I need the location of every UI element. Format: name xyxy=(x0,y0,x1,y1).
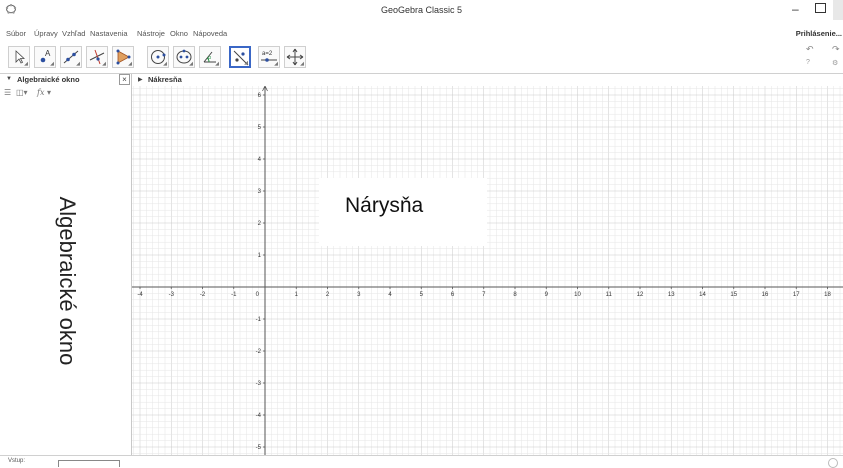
x-tick-label: 8 xyxy=(513,292,517,298)
svg-text:a=2: a=2 xyxy=(262,51,273,57)
algebra-view-header: ▼ Algebraické okno × xyxy=(0,74,131,85)
y-tick-label: 4 xyxy=(258,157,262,163)
menu-view[interactable]: Vzhľad xyxy=(62,29,85,38)
x-tick-label: 11 xyxy=(606,292,613,298)
x-tick-label: 1 xyxy=(295,292,299,298)
y-tick-label: 5 xyxy=(258,125,262,131)
x-tick-label: 7 xyxy=(482,292,486,298)
sort-icon[interactable]: ☰ xyxy=(4,88,11,97)
y-tick-label: -2 xyxy=(256,349,262,355)
menu-help[interactable]: Nápoveda xyxy=(193,29,227,38)
ellipse-tool-button[interactable]: ◢ xyxy=(173,46,195,68)
x-tick-label: 13 xyxy=(668,292,675,298)
x-tick-label: 15 xyxy=(730,292,737,298)
x-tick-label: 6 xyxy=(451,292,455,298)
help-icon[interactable]: ? xyxy=(806,59,810,66)
circle-center-point-tool-button[interactable]: ◢ xyxy=(147,46,169,68)
graphics-view[interactable]: -4 -3 -2 -1 0 1 2 3 4 5 6 7 8 9 10 11 12 13 14 15 16 17 18 6 5 4 3… xyxy=(132,85,843,455)
menu-window[interactable]: Okno xyxy=(170,29,188,38)
algebra-overlay-label-box: Algebraické okno xyxy=(50,180,85,390)
graphics-overlay-label: Nárysňa xyxy=(345,194,424,217)
line-tool-button[interactable]: ◢ xyxy=(60,46,82,68)
slider-tool-button[interactable]: a=2 ◢ xyxy=(258,46,280,68)
login-link[interactable]: Prihlásenie... xyxy=(796,29,842,38)
menu-settings[interactable]: Nastavenia xyxy=(90,29,128,38)
close-window-button[interactable] xyxy=(833,0,843,20)
svg-text:A: A xyxy=(45,49,51,58)
y-tick-label: -3 xyxy=(256,381,262,387)
x-tick-label: -2 xyxy=(200,292,206,298)
input-help-icon[interactable] xyxy=(828,458,838,468)
fx-dropdown-icon[interactable]: ▾ xyxy=(47,88,51,97)
fx-label[interactable]: fx xyxy=(37,88,44,97)
y-tick-label: 2 xyxy=(258,221,262,227)
x-tick-label: 10 xyxy=(574,292,581,298)
x-tick-label: 4 xyxy=(388,292,392,298)
menu-edit[interactable]: Úpravy xyxy=(34,29,58,38)
x-tick-label: -3 xyxy=(169,292,175,298)
input-field[interactable] xyxy=(58,460,120,467)
reflect-tool-button[interactable]: ◢ xyxy=(229,46,251,68)
x-tick-label: 3 xyxy=(357,292,361,298)
x-tick-label: 12 xyxy=(637,292,644,298)
y-tick-label: 1 xyxy=(258,253,262,259)
x-tick-label: 2 xyxy=(326,292,330,298)
x-tick-label: 18 xyxy=(824,292,831,298)
x-tick-label: 9 xyxy=(545,292,549,298)
x-tick-label: 5 xyxy=(420,292,424,298)
algebra-overlay-label: Algebraické okno xyxy=(55,196,80,366)
polygon-tool-button[interactable]: ◢ xyxy=(112,46,134,68)
x-tick-label: -4 xyxy=(137,292,143,298)
redo-icon[interactable]: ↷ xyxy=(832,44,840,55)
y-tick-label: -5 xyxy=(256,445,262,451)
expand-icon[interactable]: ▶ xyxy=(138,76,143,83)
maximize-icon[interactable] xyxy=(815,3,826,13)
window-title: GeoGebra Classic 5 xyxy=(380,5,463,15)
svg-text:α: α xyxy=(208,55,211,61)
perpendicular-line-tool-button[interactable]: ◢ xyxy=(86,46,108,68)
menu-tools[interactable]: Nástroje xyxy=(137,29,165,38)
y-tick-label: -4 xyxy=(256,413,262,419)
menu-file[interactable]: Súbor xyxy=(6,29,26,38)
reflect-tool-icon xyxy=(233,50,249,66)
move-graphics-view-tool-button[interactable]: ◢ xyxy=(284,46,306,68)
toolbar: ◢ A ◢ ◢ ◢ ◢ ◢ ◢ α ◢ ◢ a=2 ◢ ◢ xyxy=(0,43,843,71)
algebra-view-title: Algebraické okno xyxy=(17,75,80,84)
minimize-icon[interactable]: – xyxy=(792,2,799,16)
point-tool-button[interactable]: A ◢ xyxy=(34,46,56,68)
input-label: Vstup: xyxy=(8,458,26,464)
angle-tool-button[interactable]: α ◢ xyxy=(199,46,221,68)
style-dropdown-icon[interactable]: ◫▾ xyxy=(16,88,28,97)
graphics-view-title: Nákresňa xyxy=(148,75,182,84)
x-tick-label: -1 xyxy=(231,292,237,298)
x-tick-label: 17 xyxy=(793,292,800,298)
collapse-icon[interactable]: ▼ xyxy=(6,76,12,82)
y-tick-label: 6 xyxy=(258,93,262,99)
undo-icon[interactable]: ↶ xyxy=(806,44,814,55)
title-bar: GeoGebra Classic 5 – xyxy=(0,0,843,20)
graphics-overlay-label-box: Nárysňa xyxy=(319,178,487,246)
settings-icon[interactable]: ⚙ xyxy=(832,59,838,67)
input-bar: Vstup: xyxy=(0,455,843,468)
close-algebra-view-icon[interactable]: × xyxy=(119,74,130,85)
y-tick-label: -1 xyxy=(256,317,262,323)
x-tick-label: 16 xyxy=(762,292,769,298)
move-tool-button[interactable]: ◢ xyxy=(8,46,30,68)
x-tick-label: 14 xyxy=(699,292,706,298)
coordinate-grid[interactable]: -4 -3 -2 -1 0 1 2 3 4 5 6 7 8 9 10 11 12 13 14 15 16 17 186543… xyxy=(132,85,843,455)
graphics-view-header: ▶ Nákresňa xyxy=(132,75,843,85)
x-tick-label: 0 xyxy=(256,292,260,298)
menu-bar: Súbor Úpravy Vzhľad Nastavenia Nástroje … xyxy=(0,29,843,41)
y-tick-label: 3 xyxy=(258,189,262,195)
